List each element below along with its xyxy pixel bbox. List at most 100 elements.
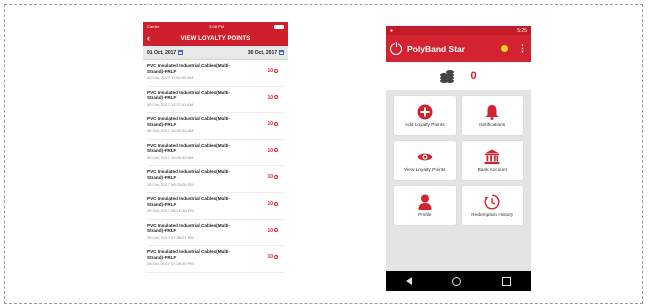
- product-name: PVC Insulated Industrial Cables(Multi-St…: [147, 89, 230, 101]
- points-earned: 10: [267, 228, 278, 234]
- tile-label: Bank Account: [477, 168, 507, 173]
- info-icon[interactable]: [274, 148, 278, 153]
- nav-recent-apps-icon[interactable]: [501, 276, 511, 286]
- status-bar: ● 5:25: [386, 26, 531, 35]
- info-icon[interactable]: [274, 175, 278, 180]
- list-item[interactable]: PVC Insulated Industrial Cables(Multi-St…: [147, 246, 284, 273]
- screenshot-frame: [4, 4, 643, 304]
- product-name: PVC Insulated Industrial Cables(Multi-St…: [147, 142, 230, 154]
- power-icon[interactable]: [390, 41, 402, 55]
- points-value: 10: [267, 68, 273, 74]
- points-value: 10: [267, 94, 273, 101]
- list-item[interactable]: PVC Insulated Industrial Cables(Multi-St…: [147, 140, 284, 167]
- list-item[interactable]: PVC Insulated Industrial Cables(Multi-St…: [147, 113, 284, 140]
- points-value: 10: [267, 227, 273, 234]
- points-value: 0: [470, 70, 477, 82]
- points-earned: 10: [267, 148, 278, 154]
- nav-home-icon[interactable]: [452, 276, 462, 286]
- tile-label: Redemption History: [471, 213, 514, 218]
- app-title: PolyBand Star: [407, 43, 466, 54]
- points-value: 10: [267, 254, 273, 261]
- entry-date: 30 Oct, 2017 10:00:43 AM: [147, 154, 194, 160]
- app-header: ‹ VIEW LOYALTY POINTS: [143, 31, 288, 46]
- from-date: 01 Oct, 2017: [147, 49, 177, 56]
- entry-date: 28 Oct, 2017 07:28:30 PM: [147, 261, 194, 267]
- entry-date: 30 Oct, 2017 11:54:00 AM: [147, 75, 194, 81]
- points-earned: 10: [267, 95, 278, 101]
- status-dot-icon: [501, 45, 508, 52]
- history-clock-icon: [484, 193, 500, 210]
- back-arrow-icon[interactable]: ‹: [147, 33, 150, 43]
- product-name: PVC Insulated Industrial Cables(Multi-St…: [147, 63, 230, 74]
- status-time: 3:08 PM: [209, 24, 225, 29]
- calendar-icon: [279, 49, 284, 55]
- list-item[interactable]: PVC Insulated Industrial Cables(Multi-St…: [147, 166, 284, 193]
- info-icon[interactable]: [274, 95, 278, 100]
- battery-icon: [273, 24, 284, 29]
- list-item[interactable]: PVC Insulated Industrial Cables(Multi-St…: [147, 193, 284, 220]
- to-date-picker[interactable]: 30 Oct, 2017: [248, 50, 284, 56]
- carrier-label: Carrier: [147, 24, 160, 29]
- list-item[interactable]: PVC Insulated Industrial Cables(Multi-St…: [147, 220, 284, 247]
- tile-label: Profile: [417, 213, 432, 218]
- info-icon[interactable]: [274, 228, 278, 233]
- overflow-menu-icon[interactable]: ⋮: [518, 43, 527, 54]
- add-loyalty-points-tile[interactable]: Add Loyalty Points: [394, 96, 456, 135]
- bank-icon: [484, 148, 500, 165]
- points-earned: 10: [267, 254, 278, 260]
- bell-icon: [485, 103, 499, 120]
- product-name: PVC Insulated Industrial Cables(Multi-St…: [147, 169, 230, 180]
- view-loyalty-points-tile[interactable]: View Loyalty Points: [394, 141, 456, 180]
- points-value: 10: [267, 200, 273, 207]
- notifications-tile[interactable]: Notifications: [461, 96, 523, 135]
- notification-dot-icon: ●: [390, 27, 394, 34]
- points-summary: 0: [386, 62, 531, 90]
- points-value: 10: [267, 121, 273, 128]
- entry-date: 30 Oct, 2017 11:37:41 AM: [147, 101, 194, 107]
- dashboard-screen: ● 5:25 PolyBand Star ⋮ 0 Add Loyalty Poi…: [386, 26, 531, 291]
- bank-account-tile[interactable]: Bank Account: [461, 141, 523, 180]
- info-icon[interactable]: [274, 201, 278, 206]
- product-name: PVC Insulated Industrial Cables(Multi-St…: [147, 222, 230, 234]
- info-icon[interactable]: [274, 68, 278, 73]
- list-item[interactable]: PVC Insulated Industrial Cables(Multi-St…: [147, 87, 284, 114]
- status-bar: Carrier 3:08 PM: [143, 22, 288, 31]
- info-icon[interactable]: [274, 254, 278, 259]
- entry-date: 29 Oct, 2017 08:16:38 PM: [147, 208, 194, 214]
- date-range-bar: 01 Oct, 2017 30 Oct, 2017: [143, 46, 288, 60]
- tile-label: Add Loyalty Points: [404, 123, 445, 128]
- points-earned: 10: [267, 201, 278, 207]
- person-icon: [418, 193, 432, 210]
- app-header: PolyBand Star ⋮: [386, 35, 531, 62]
- info-icon[interactable]: [274, 121, 278, 126]
- product-name: PVC Insulated Industrial Cables(Multi-St…: [147, 249, 230, 260]
- page-title: VIEW LOYALTY POINTS: [180, 35, 251, 42]
- entry-date: 30 Oct, 2017 10:02:34 AM: [147, 128, 194, 134]
- product-name: PVC Insulated Industrial Cables(Multi-St…: [147, 195, 230, 207]
- to-date: 30 Oct, 2017: [247, 49, 277, 56]
- list-item[interactable]: PVC Insulated Industrial Cables(Multi-St…: [147, 60, 284, 87]
- eye-icon: [417, 148, 433, 165]
- plus-circle-icon: [417, 103, 433, 120]
- redemption-history-tile[interactable]: Redemption History: [461, 186, 523, 225]
- from-date-picker[interactable]: 01 Oct, 2017: [147, 49, 184, 56]
- points-value: 10: [267, 174, 273, 181]
- nav-back-icon[interactable]: [406, 277, 413, 285]
- entry-date: 29 Oct, 2017 07:58:21 PM: [147, 234, 194, 240]
- points-value: 10: [267, 147, 273, 154]
- loyalty-points-list: PVC Insulated Industrial Cables(Multi-St…: [143, 60, 288, 273]
- profile-tile[interactable]: Profile: [394, 186, 456, 225]
- status-time: 5:25: [517, 27, 527, 34]
- entry-date: 29 Oct, 2017 08:23:08 PM: [147, 181, 194, 187]
- android-nav-bar: [386, 271, 531, 291]
- dashboard-grid: Add Loyalty Points Notifications View Lo…: [386, 90, 531, 231]
- points-earned: 10: [267, 68, 278, 74]
- tile-label: Notifications: [479, 123, 506, 128]
- loyalty-points-list-screen: Carrier 3:08 PM ‹ VIEW LOYALTY POINTS 01…: [143, 22, 288, 293]
- coins-icon: [440, 69, 455, 83]
- points-earned: 10: [267, 121, 278, 127]
- product-name: PVC Insulated Industrial Cables(Multi-St…: [147, 116, 230, 127]
- calendar-icon: [178, 49, 184, 55]
- points-earned: 10: [267, 174, 278, 180]
- tile-label: View Loyalty Points: [403, 168, 446, 173]
